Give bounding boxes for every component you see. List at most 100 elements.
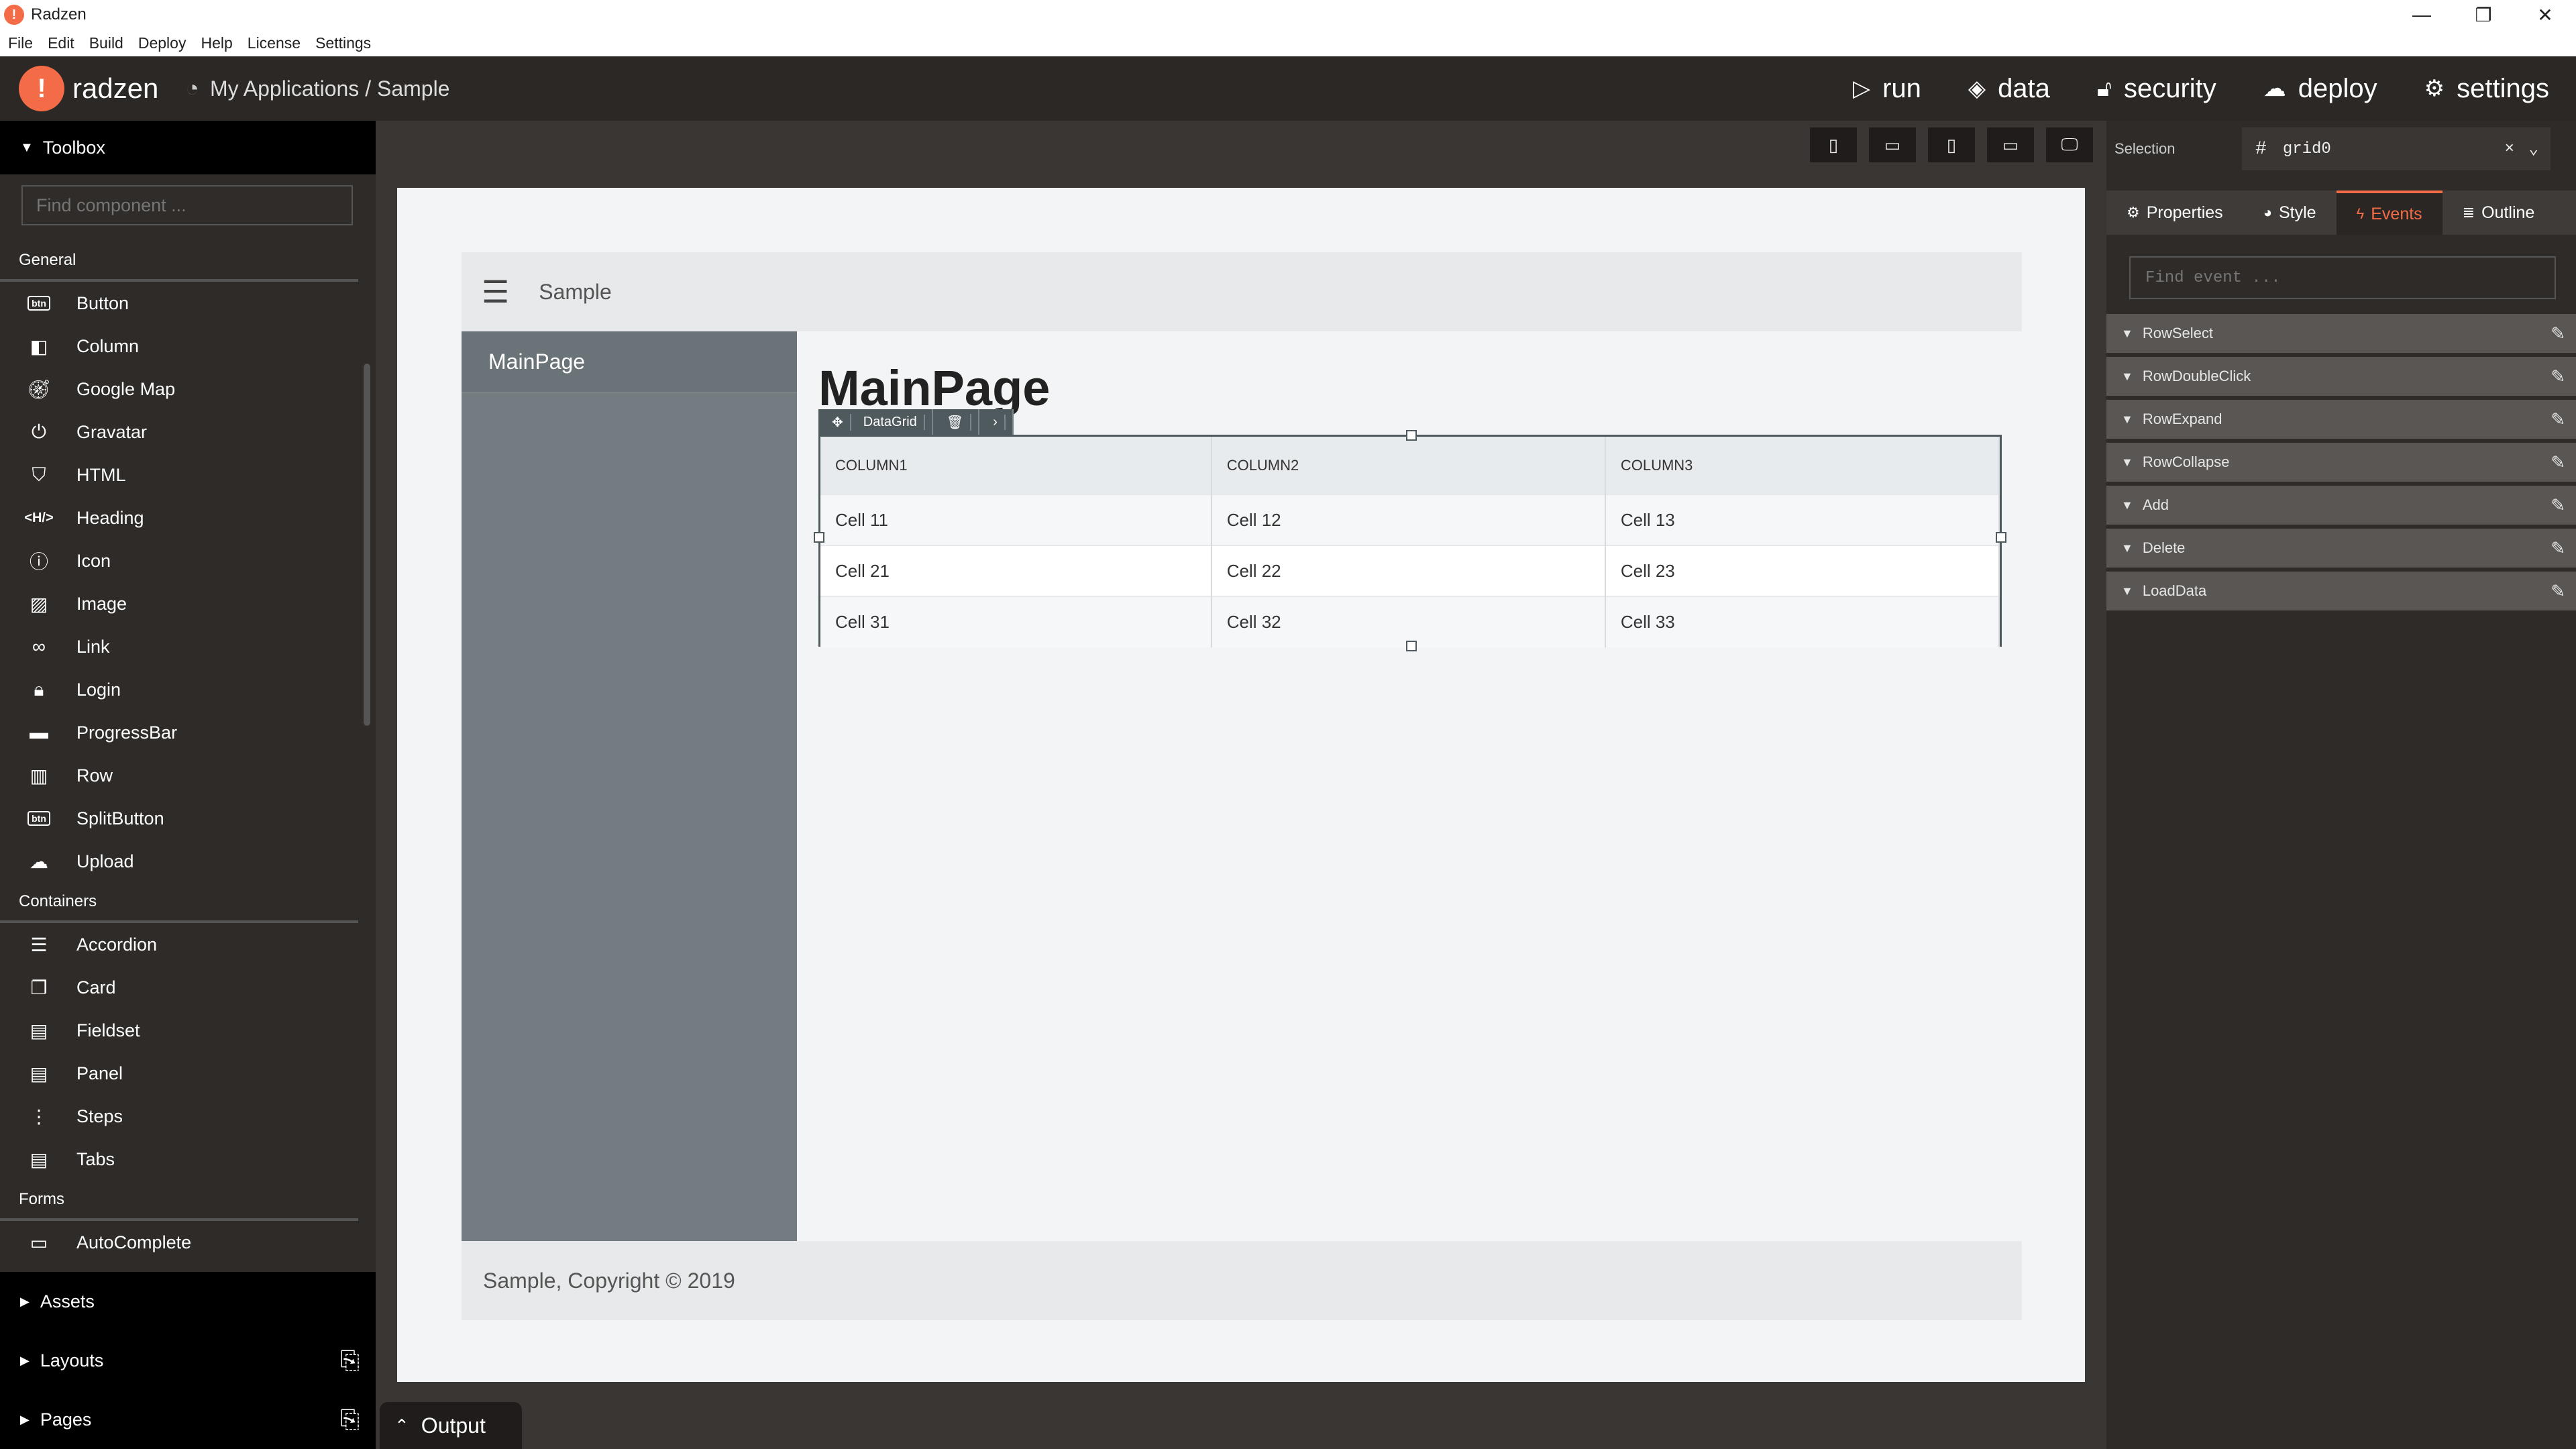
tab-properties[interactable]: ⚙ Properties <box>2106 191 2243 235</box>
tool-link[interactable]: ∞ Link <box>0 625 362 668</box>
nav-security[interactable]: 🔓︎ security <box>2097 74 2216 104</box>
tool-google-map[interactable]: 🧭︎ Google Map <box>0 368 362 411</box>
tool-steps[interactable]: ⋮ Steps <box>0 1095 362 1138</box>
event-add[interactable]: ▼ Add ✎ <box>2106 486 2576 525</box>
datagrid[interactable]: COLUMN1 COLUMN2 COLUMN3 Cell 11 Cell 12 … <box>814 430 2006 651</box>
event-rowexpand[interactable]: ▼ RowExpand ✎ <box>2106 400 2576 439</box>
edit-icon[interactable]: ✎ <box>2551 409 2565 430</box>
close-window-button[interactable]: ✕ <box>2514 0 2576 30</box>
design-canvas[interactable]: ☰ Sample MainPage MainPage ✥ DataGrid 🗑︎ … <box>397 188 2085 1382</box>
palette-icon: ◕ <box>2263 204 2272 221</box>
tool-accordion[interactable]: ☰ Accordion <box>0 923 362 966</box>
resize-handle-left[interactable] <box>814 532 824 543</box>
selection-dropdown[interactable]: # grid0 × ⌄ <box>2242 127 2551 170</box>
table-row[interactable]: Cell 31 Cell 32 Cell 33 <box>820 596 2000 647</box>
edit-icon[interactable]: ✎ <box>2551 323 2565 344</box>
desktop-icon[interactable]: 🖵︎ <box>2046 127 2093 162</box>
toolbox-scrollbar[interactable] <box>364 364 370 726</box>
edit-icon[interactable]: ✎ <box>2551 495 2565 516</box>
tool-panel[interactable]: ▤ Panel <box>0 1052 362 1095</box>
tool-upload[interactable]: ☁ Upload <box>0 840 362 883</box>
clear-selection-icon[interactable]: × <box>2505 140 2514 158</box>
edit-icon[interactable]: ✎ <box>2551 581 2565 602</box>
tool-card[interactable]: ❐ Card <box>0 966 362 1009</box>
pages-section[interactable]: ▶ Pages ⎘ <box>0 1390 376 1449</box>
menu-build[interactable]: Build <box>89 34 123 52</box>
column-header[interactable]: COLUMN2 <box>1211 437 1606 494</box>
event-label: RowDoubleClick <box>2142 368 2251 384</box>
tab-events[interactable]: ϟ Events <box>2336 191 2443 235</box>
preview-header[interactable]: ☰ Sample <box>462 252 2022 331</box>
tab-style[interactable]: ◕ Style <box>2243 191 2337 235</box>
event-rowdoubleclick[interactable]: ▼ RowDoubleClick ✎ <box>2106 357 2576 396</box>
move-handle[interactable]: ✥ DataGrid <box>818 409 933 435</box>
preview-menu-item-mainpage[interactable]: MainPage <box>462 331 797 393</box>
edit-icon[interactable]: ✎ <box>2551 366 2565 387</box>
nav-data-label: data <box>1998 73 2050 103</box>
resize-handle-bottom[interactable] <box>1406 641 1417 651</box>
tool-button[interactable]: btn Button <box>0 282 362 325</box>
assets-section[interactable]: ▶ Assets <box>0 1272 376 1331</box>
output-tab[interactable]: ⌃ Output <box>380 1402 522 1449</box>
nav-data[interactable]: ◈ data <box>1968 74 2050 104</box>
restore-button[interactable]: ❐ <box>2453 0 2514 30</box>
menu-help[interactable]: Help <box>201 34 232 52</box>
select-parent-button[interactable]: › <box>979 409 1014 435</box>
menu-deploy[interactable]: Deploy <box>138 34 186 52</box>
add-layout-icon[interactable]: ⎘ <box>340 1346 360 1375</box>
chevron-down-icon[interactable]: ⌄ <box>2529 139 2538 159</box>
tool-login[interactable]: 🔒︎ Login <box>0 668 362 711</box>
tablet-landscape-icon[interactable]: ▭ <box>1987 127 2034 162</box>
tablet-portrait-icon[interactable]: ▯ <box>1928 127 1975 162</box>
nav-run[interactable]: ▷ run <box>1853 74 1921 104</box>
table-row[interactable]: Cell 21 Cell 22 Cell 23 <box>820 545 2000 596</box>
menu-settings[interactable]: Settings <box>315 34 371 52</box>
breadcrumb[interactable]: ◔ My Applications / Sample <box>185 76 449 102</box>
tab-outline[interactable]: ≣ Outline <box>2443 191 2555 235</box>
tool-column[interactable]: ◧ Column <box>0 325 362 368</box>
nav-settings[interactable]: ⚙ settings <box>2424 74 2549 104</box>
find-event-input[interactable] <box>2129 256 2556 299</box>
menu-edit[interactable]: Edit <box>48 34 74 52</box>
nav-deploy[interactable]: ☁ deploy <box>2263 74 2377 104</box>
tool-progressbar[interactable]: ▬ ProgressBar <box>0 711 362 754</box>
resize-handle-right[interactable] <box>1996 532 2006 543</box>
phone-landscape-icon[interactable]: ▭ <box>1869 127 1916 162</box>
layouts-section[interactable]: ▶ Layouts ⎘ <box>0 1331 376 1390</box>
minimize-button[interactable]: — <box>2391 0 2453 30</box>
hamburger-menu-icon[interactable]: ☰ <box>482 274 509 310</box>
tool-row[interactable]: ▥ Row <box>0 754 362 797</box>
menu-file[interactable]: File <box>8 34 33 52</box>
column-header[interactable]: COLUMN1 <box>820 437 1212 494</box>
column-header[interactable]: COLUMN3 <box>1605 437 2000 494</box>
event-rowselect[interactable]: ▼ RowSelect ✎ <box>2106 314 2576 353</box>
find-component-input[interactable] <box>21 185 353 225</box>
radzen-logo[interactable]: ! radzen <box>19 66 158 111</box>
event-loaddata[interactable]: ▼ LoadData ✎ <box>2106 572 2576 610</box>
tool-splitbutton[interactable]: btn SplitButton <box>0 797 362 840</box>
event-rowcollapse[interactable]: ▼ RowCollapse ✎ <box>2106 443 2576 482</box>
preview-page-title[interactable]: MainPage <box>818 360 1050 417</box>
tool-icon[interactable]: ⓘ Icon <box>0 539 362 582</box>
menu-license[interactable]: License <box>248 34 301 52</box>
tool-html[interactable]: ⛉ HTML <box>0 453 362 496</box>
bolt-icon: ϟ <box>2356 205 2365 222</box>
toolbox-header[interactable]: ▼ Toolbox <box>0 121 376 174</box>
resize-handle-top[interactable] <box>1406 430 1417 441</box>
tool-heading[interactable]: <H/> Heading <box>0 496 362 539</box>
phone-portrait-icon[interactable]: ▯ <box>1810 127 1857 162</box>
edit-icon[interactable]: ✎ <box>2551 452 2565 473</box>
tool-autocomplete[interactable]: ▭ AutoComplete <box>0 1221 362 1264</box>
tool-gravatar[interactable]: ⏻ Gravatar <box>0 411 362 453</box>
table-row[interactable]: Cell 11 Cell 12 Cell 13 <box>820 494 2000 545</box>
event-delete[interactable]: ▼ Delete ✎ <box>2106 529 2576 568</box>
add-page-icon[interactable]: ⎘ <box>340 1405 360 1434</box>
preview-footer[interactable]: Sample, Copyright © 2019 <box>462 1241 2022 1320</box>
delete-component-button[interactable]: 🗑︎ <box>933 409 980 435</box>
preview-sidebar[interactable]: MainPage <box>462 331 797 1241</box>
tool-image[interactable]: ▨ Image <box>0 582 362 625</box>
edit-icon[interactable]: ✎ <box>2551 538 2565 559</box>
tool-tabs[interactable]: ▤ Tabs <box>0 1138 362 1181</box>
tool-fieldset[interactable]: ▤ Fieldset <box>0 1009 362 1052</box>
power-icon: ⏻ <box>31 421 47 442</box>
